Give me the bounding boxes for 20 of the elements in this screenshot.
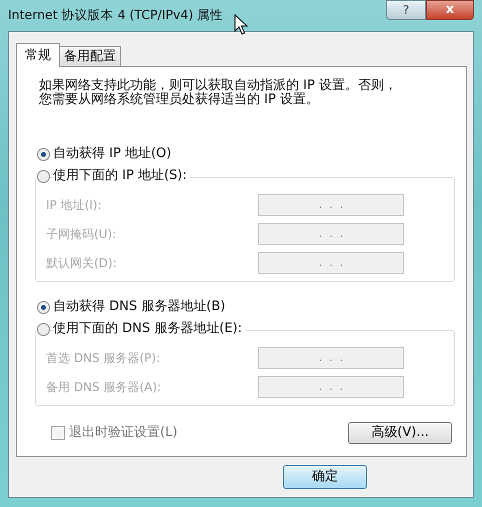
radio-button[interactable] xyxy=(37,148,50,160)
radio-button[interactable] xyxy=(37,322,50,336)
radio-button[interactable] xyxy=(37,300,50,314)
field-label: 备用 DNS 服务器(A): xyxy=(46,378,162,396)
description-text: 如果网络支持此功能，则可以获取自动指派的 IP 设置。否则， xyxy=(39,79,397,93)
field-label: 子网掩码(U): xyxy=(46,226,116,242)
tab[interactable]: 常规 xyxy=(16,43,60,67)
field-label: IP 地址(I): xyxy=(46,196,102,214)
radio-button[interactable] xyxy=(37,170,50,182)
cursor-icon xyxy=(234,14,250,36)
description-text: 您需要从网络系统管理员处获得适当的 IP 设置。 xyxy=(39,93,319,107)
radio-label[interactable]: 自动获得 DNS 服务器地址(B) xyxy=(53,297,226,317)
tab[interactable]: 备用配置 xyxy=(59,46,121,66)
field-label: 首选 DNS 服务器(P): xyxy=(46,350,160,366)
help-button[interactable]: ? xyxy=(386,0,426,20)
radio-label[interactable]: 自动获得 IP 地址(O) xyxy=(53,144,172,164)
field-label: 默认网关(D): xyxy=(46,254,117,272)
window-title: Internet 协议版本 4 (TCP/IPv4) 属性 xyxy=(8,6,224,24)
advanced-button[interactable]: 高级(V)... xyxy=(348,422,452,444)
ok-button[interactable]: 确定 xyxy=(283,465,367,489)
